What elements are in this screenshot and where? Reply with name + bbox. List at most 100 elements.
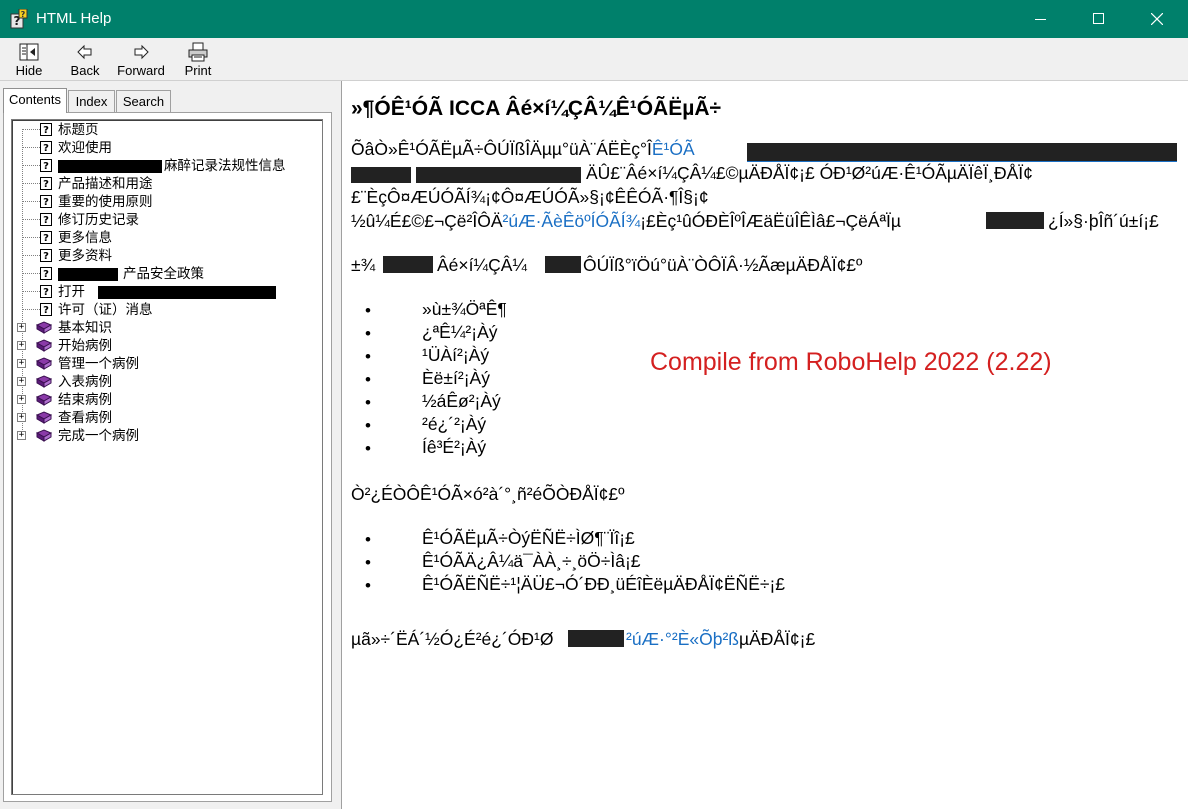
redacted-block xyxy=(545,256,581,273)
print-button[interactable]: Print xyxy=(180,40,216,78)
list-item: Èë±í²¡Àý xyxy=(422,368,490,388)
tab-contents-label: Contents xyxy=(8,92,62,107)
minimize-button[interactable] xyxy=(1012,0,1070,38)
help-topic-icon: ? xyxy=(40,141,52,154)
tree-guide-line xyxy=(22,129,23,436)
intro-link[interactable]: Ê¹ÓÃ xyxy=(652,139,695,159)
intro-text: ÕâÒ»Ê¹ÓÃËµÃ÷ÔÚÏßÎÄµµ°üÀ¨ÁËÈç°Î xyxy=(351,139,652,159)
help-topic-icon: ? xyxy=(40,249,52,262)
scope-product: Âé×í¼ÇÂ¼ xyxy=(437,255,527,275)
toc-topic-label: 许可（证）消息 xyxy=(58,302,153,318)
redacted-block xyxy=(58,159,162,173)
product-description-link[interactable]: ²úÆ·ÃèÊöºÍÓÃÍ¾ xyxy=(503,211,641,231)
redacted-block xyxy=(383,256,433,273)
expand-plus-icon[interactable]: + xyxy=(17,431,26,440)
toc-book-label: 结束病例 xyxy=(58,392,112,408)
toc-topic-label: 更多信息 xyxy=(58,230,112,246)
expand-plus-icon[interactable]: + xyxy=(17,359,26,368)
redacted-block xyxy=(747,143,1177,161)
forward-button[interactable]: Forward xyxy=(113,40,169,78)
redacted-block xyxy=(568,630,624,647)
forward-arrow-icon xyxy=(134,44,149,60)
toc-topic-label: 产品安全政策 xyxy=(123,266,204,282)
tab-contents[interactable]: Contents xyxy=(3,88,67,113)
navigation-pane: Contents Index Search ? 标题页 ? 欢迎使用 ? 麻醉记录法规… xyxy=(0,81,337,809)
topic-content: »¶ÓÊ¹ÓÃ ICCA Âé×í¼ÇÂ¼Ê¹ÓÃËµÃ÷ ÕâÒ»Ê¹ÓÃËµ… xyxy=(341,81,1188,809)
book-icon xyxy=(36,393,52,406)
tab-search-label: Search xyxy=(122,94,165,109)
topic-heading: »¶ÓÊ¹ÓÃ ICCA Âé×í¼ÇÂ¼Ê¹ÓÃËµÃ÷ xyxy=(351,97,722,120)
tab-index-label: Index xyxy=(75,94,108,109)
close-icon xyxy=(1151,13,1163,25)
toc-book-label: 基本知识 xyxy=(58,320,112,336)
toc-book-label: 入表病例 xyxy=(58,374,112,390)
hide-button[interactable]: Hide xyxy=(10,40,48,78)
list-item: ¹ÜÀí²¡Àý xyxy=(422,345,490,365)
tab-index[interactable]: Index xyxy=(68,90,115,112)
forward-label: Forward xyxy=(117,63,165,78)
hide-label: Hide xyxy=(15,63,43,78)
safety-text: µã»÷´ËÁ´½Ó¿É²é¿´ÓÐ¹Ø xyxy=(351,629,554,649)
toc-book-label: 开始病例 xyxy=(58,338,112,354)
redacted-block xyxy=(58,267,118,281)
intro-line-4: ½û¼É£©£¬Çë²ÎÔÄ²úÆ·ÃèÊöºÍÓÃÍ¾¡£Èç¹ûÓÐÈÎºÎ… xyxy=(351,209,901,233)
hide-pane-icon xyxy=(19,43,39,61)
help-topic-icon: ? xyxy=(40,195,52,208)
navigation-hint: Ò²¿ÉÒÔÊ¹ÓÃ×ó²à´°¸ñ²éÕÒÐÅÏ¢£º xyxy=(351,484,625,504)
toc-topic-label: 打开 xyxy=(58,284,85,300)
toc-topic-label: 欢迎使用 xyxy=(58,140,112,156)
safety-policy-link[interactable]: ²úÆ·°²È«Õþ²ß xyxy=(626,629,739,649)
close-button[interactable] xyxy=(1128,0,1186,38)
toc-topic-label: 麻醉记录法规性信息 xyxy=(164,158,286,174)
list-item: Ê¹ÓÃÄ¿Â¼ä¯ÀÀ¸÷¸öÖ÷Ìâ¡£ xyxy=(422,551,641,571)
back-button[interactable]: Back xyxy=(66,40,104,78)
expand-plus-icon[interactable]: + xyxy=(17,341,26,350)
tab-search[interactable]: Search xyxy=(116,90,171,112)
help-topic-icon: ? xyxy=(40,123,52,136)
toc-book-label: 管理一个病例 xyxy=(58,356,139,372)
intro-line-4-tail: ¿Í»§·þÎñ´ú±í¡£ xyxy=(1048,211,1159,231)
redacted-block xyxy=(986,212,1044,229)
help-topic-icon: ? xyxy=(40,231,52,244)
list-item: ¿ªÊ¼²¡Àý xyxy=(422,322,498,342)
toc-book-label: 完成一个病例 xyxy=(58,428,139,444)
intro-line-1: ÕâÒ»Ê¹ÓÃËµÃ÷ÔÚÏßÎÄµµ°üÀ¨ÁËÈç°ÎÊ¹ÓÃ xyxy=(351,137,695,161)
bullet-dot: • xyxy=(365,393,371,412)
bullet-dot: • xyxy=(365,576,371,595)
safety-line: µã»÷´ËÁ´½Ó¿É²é¿´ÓÐ¹Ø xyxy=(351,627,554,651)
book-icon xyxy=(36,321,52,334)
book-icon xyxy=(36,375,52,388)
expand-plus-icon[interactable]: + xyxy=(17,377,26,386)
expand-plus-icon[interactable]: + xyxy=(17,323,26,332)
expand-plus-icon[interactable]: + xyxy=(17,413,26,422)
redacted-block xyxy=(416,167,581,183)
redacted-block xyxy=(98,285,276,299)
bullet-dot: • xyxy=(365,347,371,366)
print-label: Print xyxy=(184,63,212,78)
bullet-dot: • xyxy=(365,416,371,435)
safety-line-2: ²úÆ·°²È«Õþ²ßµÄÐÅÏ¢¡£ xyxy=(626,627,815,651)
compile-note: Compile from RoboHelp 2022 (2.22) xyxy=(650,348,1052,376)
list-item: »ù±¾ÖªÊ¶ xyxy=(422,299,507,319)
help-topic-icon: ? xyxy=(40,177,52,190)
toc-topic-label: 更多资料 xyxy=(58,248,112,264)
contents-panel: ? 标题页 ? 欢迎使用 ? 麻醉记录法规性信息 ? 产品描述和用途 ? 重要的使用原则 … xyxy=(3,112,332,802)
bullet-dot: • xyxy=(365,439,371,458)
help-topic-icon: ? xyxy=(40,267,52,280)
back-label: Back xyxy=(70,63,100,78)
toc-tree[interactable]: ? 标题页 ? 欢迎使用 ? 麻醉记录法规性信息 ? 产品描述和用途 ? 重要的使用原则 … xyxy=(11,119,323,795)
bullet-dot: • xyxy=(365,324,371,343)
list-item: Ê¹ÓÃËÑË÷¹¦ÄÜ£¬Ó´ÐÐ¸üÉîÈëµÄÐÅÏ¢ËÑË÷¡£ xyxy=(422,574,786,594)
bullet-dot: • xyxy=(365,530,371,549)
bullet-dot: • xyxy=(365,301,371,320)
help-app-icon: ? ? xyxy=(10,9,28,29)
scope-text: ±¾ xyxy=(351,255,376,275)
list-item: Ê¹ÓÃËµÃ÷ÒýËÑË÷ÌØ¶¨Ïî¡£ xyxy=(422,528,635,548)
intro-text: ½û¼É£©£¬Çë²ÎÔÄ xyxy=(351,211,503,231)
maximize-button[interactable] xyxy=(1070,0,1128,38)
bullet-dot: • xyxy=(365,370,371,389)
expand-plus-icon[interactable]: + xyxy=(17,395,26,404)
toc-topic-label: 修订历史记录 xyxy=(58,212,139,228)
redacted-block xyxy=(351,167,411,183)
toc-topic-label: 产品描述和用途 xyxy=(58,176,153,192)
